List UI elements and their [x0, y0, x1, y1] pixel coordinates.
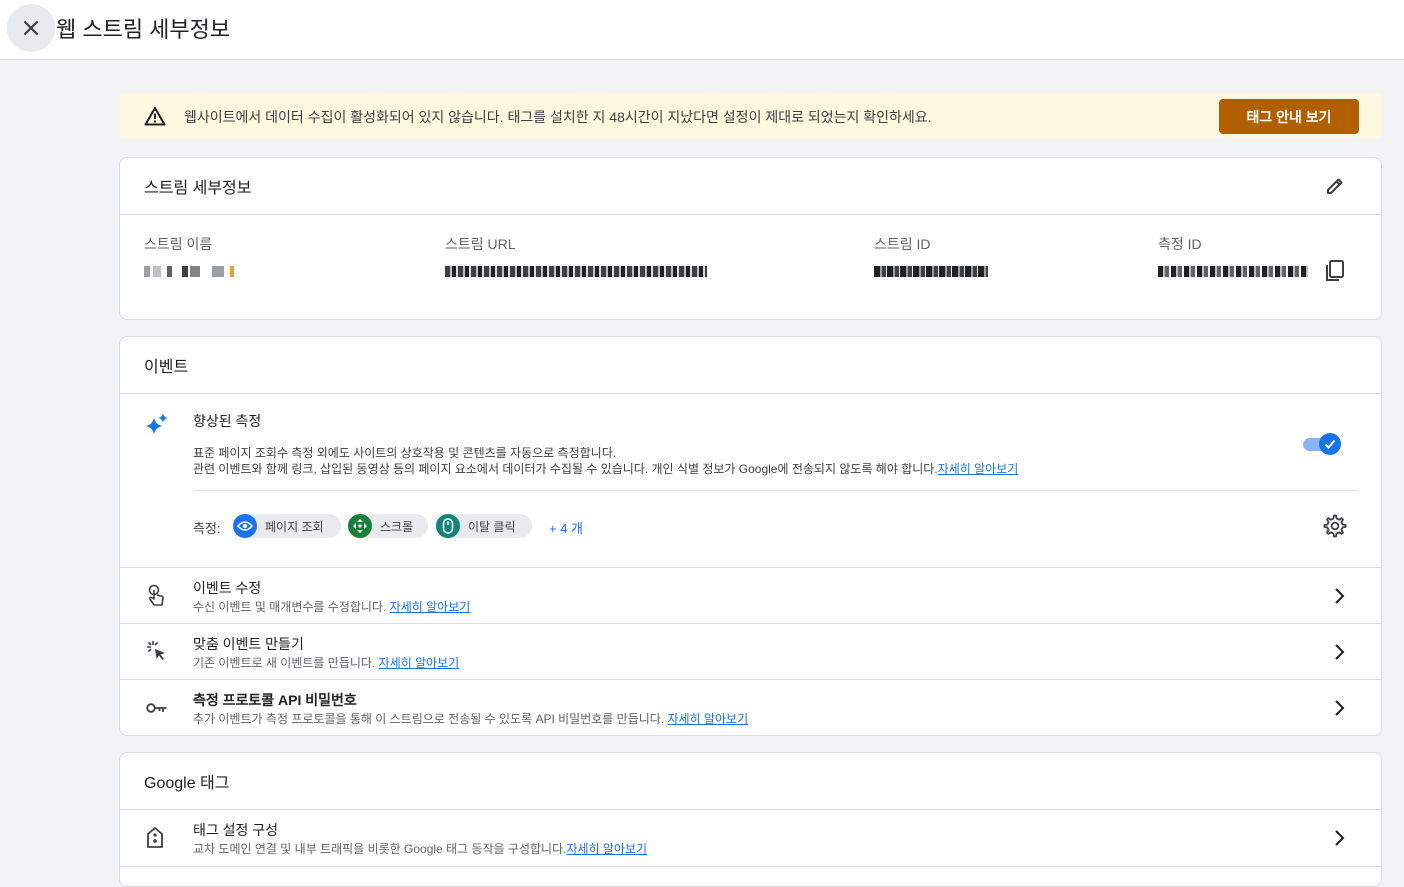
page-title: 웹 스트림 세부정보	[56, 17, 231, 42]
enhanced-measurement-title: 향상된 측정	[193, 413, 262, 429]
google-tag-title: Google 태그	[144, 775, 230, 792]
configure-tag-sub-text: 교차 도메인 연결 및 내부 트래픽을 비롯한 Google 태그 동작을 구성…	[193, 842, 567, 856]
warning-banner: 웹사이트에서 데이터 수집이 활성화되어 있지 않습니다. 태그를 설치한 지 …	[120, 93, 1382, 138]
sparkle-icon	[145, 413, 168, 435]
stream-details-title: 스트림 세부정보	[144, 180, 252, 197]
events-title: 이벤트	[144, 359, 189, 376]
modify-events-sub-text: 수신 이벤트 및 매개변수를 수정합니다.	[193, 600, 390, 614]
copy-icon[interactable]	[1324, 259, 1346, 283]
stream-url-label: 스트림 URL	[445, 236, 516, 252]
measurement-id-label: 측정 ID	[1158, 236, 1202, 252]
create-custom-event-title: 맞춤 이벤트 만들기	[193, 636, 304, 652]
close-button[interactable]	[7, 4, 55, 52]
stream-name-label: 스트림 이름	[144, 236, 213, 252]
chevron-right-icon	[1335, 830, 1345, 846]
warning-icon	[144, 107, 166, 126]
stream-name-value-redacted	[144, 264, 234, 278]
eye-icon	[237, 521, 253, 531]
view-tag-guide-button[interactable]: 태그 안내 보기	[1219, 99, 1359, 134]
chip-outbound-click-label: 이탈 클릭	[468, 519, 516, 534]
enhanced-desc-line2: 관련 이벤트와 함께 링크, 삽입된 동영상 등의 페이지 요소에서 데이터가 …	[193, 462, 938, 476]
mouse-icon	[442, 518, 454, 534]
chip-outbound-click[interactable]: 이탈 클릭	[436, 514, 532, 538]
google-tag-header: Google 태그	[120, 753, 1381, 810]
measurement-id-field: 측정 ID	[1158, 234, 1308, 278]
measurement-id-value-redacted	[1158, 264, 1308, 278]
stream-details-card: 스트림 세부정보 스트림 이름 스트림 URL 스트림 ID 측정 ID	[119, 157, 1382, 320]
click-sparkle-icon	[147, 641, 165, 660]
chip-scroll[interactable]: 스크롤	[348, 514, 428, 538]
touch-icon	[148, 584, 164, 606]
section-divider	[193, 490, 1359, 491]
check-icon	[1324, 439, 1336, 449]
mp-api-secret-subtitle: 추가 이벤트가 측정 프로토콜을 통해 이 스트림으로 전송될 수 있도록 AP…	[193, 710, 748, 727]
gear-icon[interactable]	[1323, 514, 1347, 538]
enhanced-measurement-section: 향상된 측정 표준 페이지 조회수 측정 외에도 사이트의 상호작용 및 콘텐츠…	[120, 394, 1381, 567]
stream-name-field: 스트림 이름	[144, 234, 234, 278]
stream-id-value-redacted	[874, 264, 988, 278]
stream-url-value-redacted	[445, 264, 707, 278]
stream-id-label: 스트림 ID	[874, 236, 931, 252]
configure-tag-learn-more[interactable]: 자세히 알아보기	[566, 842, 647, 856]
create-custom-event-subtitle: 기존 이벤트로 새 이벤트를 만듭니다. 자세히 알아보기	[193, 654, 459, 671]
enhanced-learn-more-link[interactable]: 자세히 알아보기	[938, 462, 1019, 476]
create-custom-event-row[interactable]: 맞춤 이벤트 만들기 기존 이벤트로 새 이벤트를 만듭니다. 자세히 알아보기	[120, 623, 1381, 679]
tag-icon	[147, 827, 163, 848]
banner-message: 웹사이트에서 데이터 수집이 활성화되어 있지 않습니다. 태그를 설치한 지 …	[184, 109, 932, 125]
enhanced-measurement-toggle[interactable]	[1301, 433, 1341, 455]
stream-url-field: 스트림 URL	[445, 234, 707, 278]
mp-api-secret-title: 측정 프로토콜 API 비밀번호	[193, 692, 357, 708]
measurement-label: 측정:	[193, 521, 221, 536]
close-icon	[23, 20, 39, 36]
configure-tag-settings-row[interactable]: 태그 설정 구성 교차 도메인 연결 및 내부 트래픽을 비롯한 Google …	[120, 810, 1381, 866]
events-card: 이벤트 향상된 측정 표준 페이지 조회수 측정 외에도 사이트의 상호작용 및…	[119, 336, 1382, 736]
chevron-right-icon	[1335, 588, 1345, 604]
mp-api-secret-sub-text: 추가 이벤트가 측정 프로토콜을 통해 이 스트림으로 전송될 수 있도록 AP…	[193, 712, 668, 726]
configure-tag-settings-subtitle: 교차 도메인 연결 및 내부 트래픽을 비롯한 Google 태그 동작을 구성…	[193, 840, 647, 857]
chip-page-view-label: 페이지 조회	[265, 519, 324, 534]
create-custom-event-sub-text: 기존 이벤트로 새 이벤트를 만듭니다.	[193, 656, 379, 670]
scroll-icon	[353, 519, 367, 533]
enhanced-desc-line1: 표준 페이지 조회수 측정 외에도 사이트의 상호작용 및 콘텐츠를 자동으로 …	[193, 446, 617, 460]
create-custom-event-learn-more[interactable]: 자세히 알아보기	[379, 656, 460, 670]
enhanced-measurement-description: 표준 페이지 조회수 측정 외에도 사이트의 상호작용 및 콘텐츠를 자동으로 …	[193, 445, 1018, 477]
key-icon	[146, 703, 167, 713]
modify-events-subtitle: 수신 이벤트 및 매개변수를 수정합니다. 자세히 알아보기	[193, 598, 470, 615]
events-header: 이벤트	[120, 337, 1381, 394]
modify-events-row[interactable]: 이벤트 수정 수신 이벤트 및 매개변수를 수정합니다. 자세히 알아보기	[120, 567, 1381, 623]
modify-events-learn-more[interactable]: 자세히 알아보기	[390, 600, 471, 614]
chip-scroll-label: 스크롤	[380, 519, 414, 534]
stream-id-field: 스트림 ID	[874, 234, 988, 278]
chevron-right-icon	[1335, 644, 1345, 660]
more-measurements-link[interactable]: + 4 개	[549, 518, 583, 537]
mp-api-secret-row[interactable]: 측정 프로토콜 API 비밀번호 추가 이벤트가 측정 프로토콜을 통해 이 스…	[120, 679, 1381, 735]
modify-events-title: 이벤트 수정	[193, 580, 262, 596]
stream-details-header: 스트림 세부정보	[120, 158, 1381, 215]
top-bar: 웹 스트림 세부정보	[0, 0, 1404, 60]
edit-icon[interactable]	[1325, 176, 1345, 196]
configure-tag-settings-title: 태그 설정 구성	[193, 822, 279, 838]
chip-page-view[interactable]: 페이지 조회	[233, 514, 341, 538]
mp-api-secret-learn-more[interactable]: 자세히 알아보기	[668, 712, 749, 726]
google-tag-card: Google 태그 태그 설정 구성 교차 도메인 연결 및 내부 트래픽을 비…	[119, 752, 1382, 887]
chevron-right-icon	[1335, 700, 1345, 716]
